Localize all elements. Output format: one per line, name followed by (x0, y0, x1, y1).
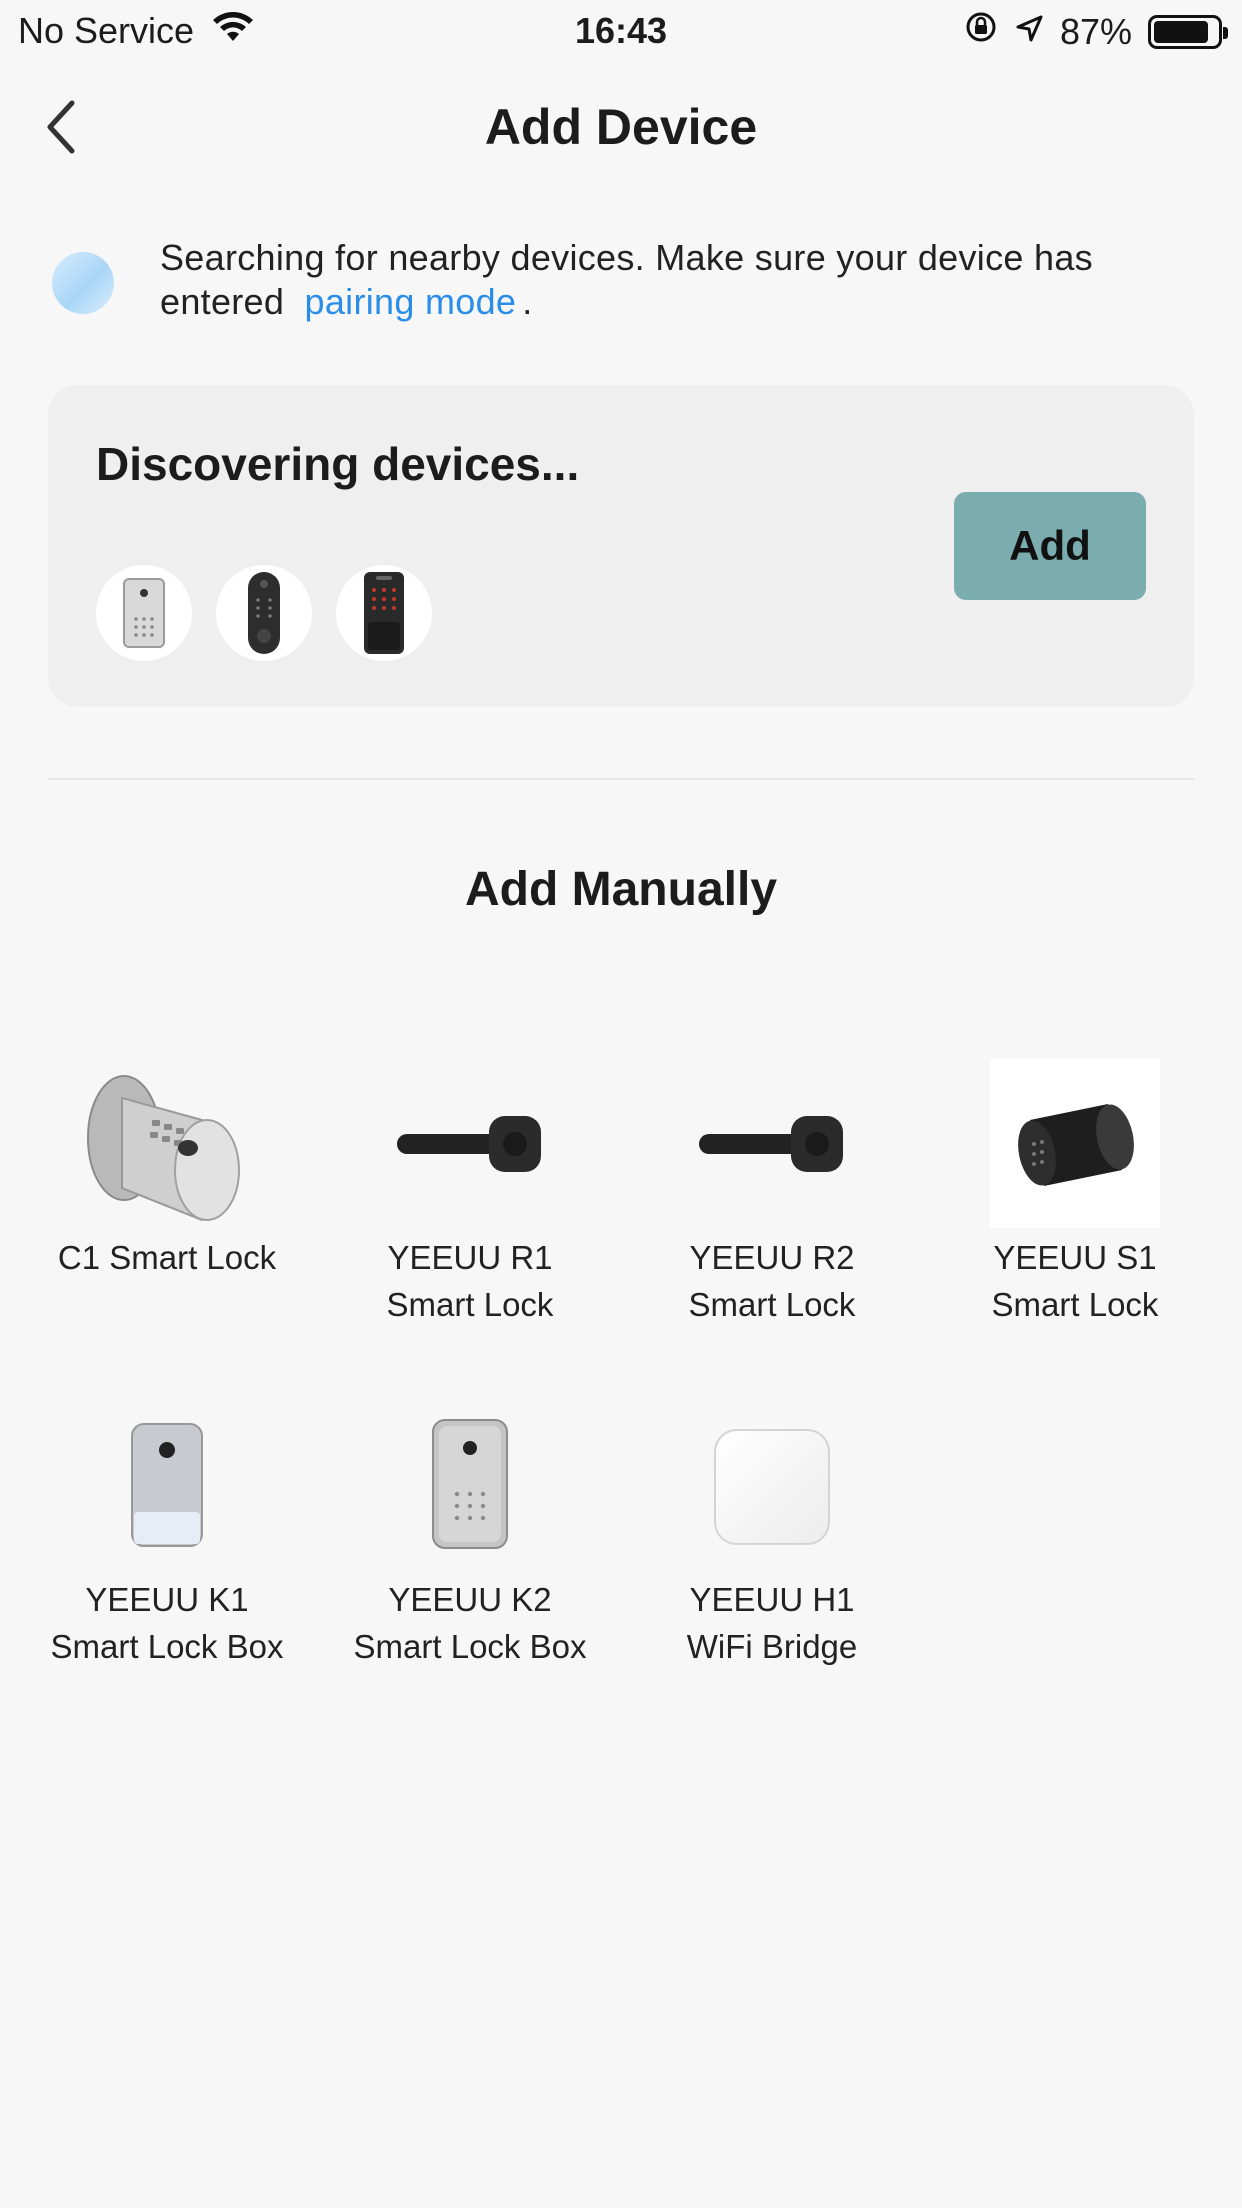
lock-box-thumb-icon (96, 565, 192, 661)
discovered-device-thumbnails (96, 565, 456, 661)
device-name: YEEUU H1 WiFi Bridge (686, 1581, 858, 1665)
wifi-bridge-icon (687, 1400, 857, 1570)
device-tile-yeeuu-r1[interactable]: YEEUU R1 Smart Lock (350, 1058, 590, 1328)
pairing-mode-link[interactable]: pairing mode (305, 281, 517, 322)
search-hint-text: Searching for nearby devices. Make sure … (160, 237, 1093, 322)
device-tile-yeeuu-r2[interactable]: YEEUU R2 Smart Lock (652, 1058, 892, 1328)
search-hint: Searching for nearby devices. Make sure … (52, 236, 1202, 324)
video-lock-thumb-icon (216, 565, 312, 661)
keypad-deadbolt-thumb-icon (336, 565, 432, 661)
device-name: YEEUU R1 Smart Lock (386, 1239, 554, 1323)
discovering-title: Discovering devices... (96, 438, 580, 490)
battery-percent: 87% (1059, 10, 1132, 52)
device-name: YEEUU K2 Smart Lock Box (353, 1581, 587, 1665)
lock-box-icon (82, 1400, 252, 1570)
keypad-lock-box-icon (385, 1400, 555, 1570)
device-tile-yeeuu-h1[interactable]: YEEUU H1 WiFi Bridge (652, 1400, 892, 1670)
discovering-card: Discovering devices... Add (48, 385, 1194, 707)
device-name: YEEUU S1 Smart Lock (991, 1239, 1159, 1323)
lever-lock-icon (687, 1058, 857, 1228)
hint-suffix: . (522, 281, 533, 322)
c1-lock-icon (82, 1058, 252, 1228)
status-bar: No Service 16:43 87% (0, 0, 1242, 62)
device-tile-c1-smart-lock[interactable]: C1 Smart Lock (47, 1058, 287, 1281)
add-device-screen: No Service 16:43 87% Add Device Searchin… (0, 0, 1242, 2208)
battery-icon (1148, 14, 1228, 49)
device-tile-yeeuu-k2[interactable]: YEEUU K2 Smart Lock Box (350, 1400, 590, 1670)
add-button[interactable]: Add (954, 492, 1146, 600)
device-name: YEEUU K1 Smart Lock Box (50, 1581, 284, 1665)
device-name: YEEUU R2 Smart Lock (688, 1239, 856, 1323)
orientation-lock-icon (964, 10, 998, 53)
location-arrow-icon (1014, 11, 1044, 53)
searching-spinner-icon (52, 252, 114, 314)
page-title: Add Device (484, 99, 758, 155)
device-tile-yeeuu-s1[interactable]: YEEUU S1 Smart Lock (955, 1058, 1195, 1328)
device-tile-yeeuu-k1[interactable]: YEEUU K1 Smart Lock Box (47, 1400, 287, 1670)
cylinder-lock-icon (990, 1058, 1160, 1228)
add-manually-title: Add Manually (464, 863, 778, 916)
lever-lock-icon (385, 1058, 555, 1228)
divider (48, 778, 1194, 780)
device-name: C1 Smart Lock (57, 1239, 277, 1276)
